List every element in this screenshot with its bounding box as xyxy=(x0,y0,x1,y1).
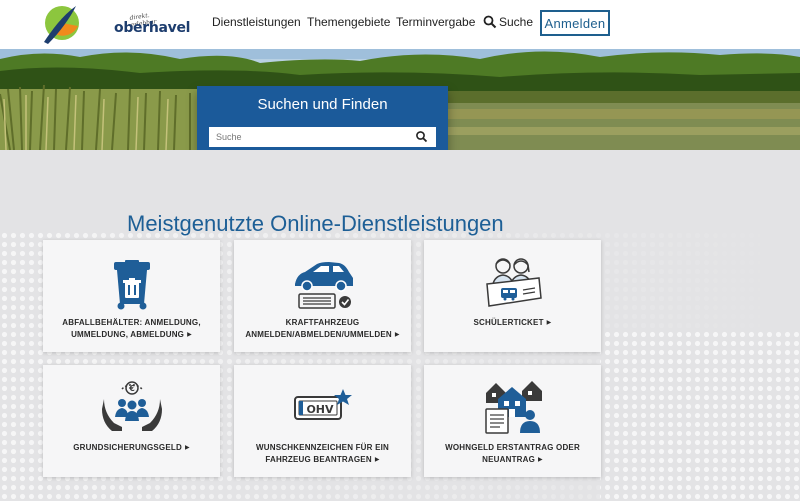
student-ticket-icon xyxy=(485,258,542,307)
search-submit-icon[interactable] xyxy=(415,130,429,144)
nav-search[interactable]: Suche xyxy=(499,15,533,29)
nav-topics[interactable]: Themengebiete xyxy=(307,15,390,29)
service-card-custom-license-plate[interactable]: OHV Wunschkennzeichen für ein Fahrzeug b… xyxy=(234,365,411,477)
card-label: Kraftfahrzeug anmelden/abmelden/ummelden… xyxy=(245,318,400,339)
search-input[interactable] xyxy=(209,127,436,147)
card-label: Wohngeld Erstantrag oder Neuantrag ▶ xyxy=(445,443,580,464)
search-title: Suchen und Finden xyxy=(257,96,388,113)
login-button[interactable]: Anmelden xyxy=(540,10,610,36)
chevron-right-icon: ▶ xyxy=(394,332,400,338)
logo-text: oberhavel xyxy=(114,20,191,36)
service-card-waste-bin[interactable]: Abfallbehälter: Anmeldung, Ummeldung, Ab… xyxy=(43,240,220,352)
site-header: direkt. erlebbar oberhavel Dienstleistun… xyxy=(0,0,800,49)
nav-appointments[interactable]: Terminvergabe xyxy=(396,15,475,29)
chevron-right-icon: ▶ xyxy=(184,445,190,451)
card-label: Grundsicherungsgeld ▶ xyxy=(73,443,190,452)
card-label: Abfallbehälter: Anmeldung, Ummeldung, Ab… xyxy=(62,318,201,339)
card-label: Wunschkennzeichen für ein Fahrzeug beant… xyxy=(256,443,389,464)
nav-services[interactable]: Dienstleistungen xyxy=(212,15,301,29)
plate-text: OHV xyxy=(306,403,334,416)
basic-income-icon: € xyxy=(101,381,162,431)
service-card-vehicle-registration[interactable]: Kraftfahrzeug anmelden/abmelden/ummelden… xyxy=(234,240,411,352)
section-title: Meistgenutzte Online-Dienstleistungen xyxy=(127,211,504,236)
license-plate-icon: OHV xyxy=(293,389,352,420)
search-icon[interactable] xyxy=(483,15,497,29)
chevron-right-icon: ▶ xyxy=(546,320,552,326)
services-section: Meistgenutzte Online-Dienstleistungen Ab… xyxy=(0,150,800,501)
chevron-right-icon: ▶ xyxy=(187,332,192,338)
car-icon xyxy=(294,262,353,309)
card-label: Schülerticket ▶ xyxy=(473,318,552,327)
waste-bin-icon xyxy=(113,260,150,310)
service-card-basic-income[interactable]: € Grundsicherungsgeld ▶ xyxy=(43,365,220,477)
service-card-student-ticket[interactable]: Schülerticket ▶ xyxy=(424,240,601,352)
chevron-right-icon: ▶ xyxy=(374,457,380,463)
logo[interactable]: direkt. erlebbar oberhavel xyxy=(40,2,190,46)
chevron-right-icon: ▶ xyxy=(538,457,543,463)
service-card-housing-benefit[interactable]: Wohngeld Erstantrag oder Neuantrag ▶ xyxy=(424,365,601,477)
housing-benefit-icon xyxy=(484,381,542,434)
